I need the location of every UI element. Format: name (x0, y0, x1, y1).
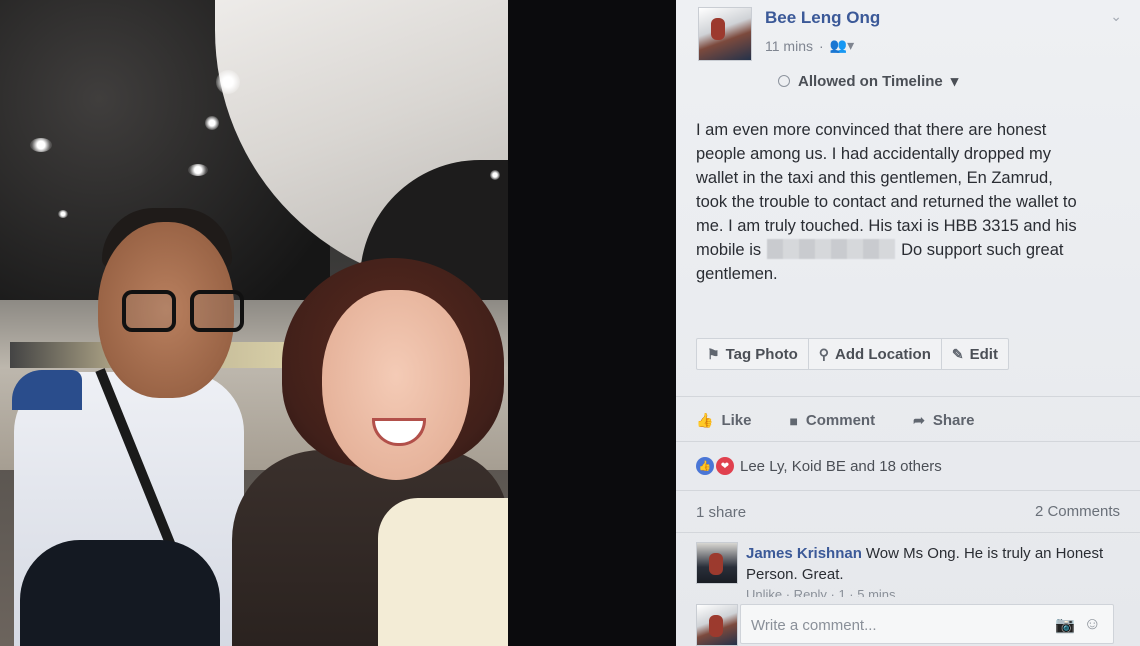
post-text-line: gentlemen. (696, 265, 778, 283)
commenter-avatar[interactable] (696, 542, 738, 584)
timeline-label: Allowed on Timeline (798, 72, 943, 90)
comment-meta[interactable]: Unlike · Reply · 1 · 5 mins (746, 587, 896, 597)
like-reaction-icon: 👍 (696, 457, 714, 475)
author-name[interactable]: Bee Leng Ong (765, 8, 880, 28)
comment-composer[interactable]: 📷 ☺ (740, 604, 1114, 644)
edit-label: Edit (969, 345, 998, 363)
reaction-summary[interactable]: 👍 ❤ Lee Ly, Koid BE and 18 others (696, 457, 942, 475)
woman-shirt (378, 498, 508, 646)
author-avatar[interactable] (698, 7, 752, 61)
camera-icon[interactable]: 📷 (1055, 615, 1075, 635)
tag-icon: ⚑ (707, 345, 720, 362)
ceiling-light (490, 170, 500, 180)
timeline-status[interactable]: Allowed on Timeline ▾ (778, 72, 958, 90)
ceiling-light (216, 70, 240, 94)
post-text-line: I am even more convinced that there are … (696, 121, 1047, 139)
ceiling-light (188, 164, 208, 176)
comment-input[interactable] (751, 617, 1041, 634)
ceiling-light (30, 138, 52, 152)
friends-icon[interactable]: 👥▾ (830, 37, 854, 54)
share-label: Share (932, 412, 975, 429)
dot-separator: · (818, 37, 824, 54)
post-time-row: 11 mins · 👥▾ (765, 37, 854, 54)
comment-label: Comment (805, 412, 876, 429)
likers-text: Lee Ly, Koid BE and 18 others (740, 457, 942, 475)
divider (676, 396, 1140, 397)
speech-bubble-icon: ■ (789, 412, 798, 429)
pencil-icon: ✎ (951, 345, 964, 362)
divider (676, 532, 1140, 533)
tag-photo-button[interactable]: ⚑ Tag Photo (697, 339, 809, 369)
edit-button[interactable]: ✎ Edit (942, 339, 1008, 369)
post-text-fragment: Do support such great (901, 241, 1064, 259)
radio-icon (778, 75, 790, 87)
post-panel: Bee Leng Ong ⌄ 11 mins · 👥▾ Allowed on T… (676, 0, 1140, 646)
emoji-icon[interactable]: ☺ (1084, 614, 1101, 634)
comment-count[interactable]: 2 Comments (1035, 503, 1120, 520)
divider (676, 490, 1140, 491)
glasses-left (122, 290, 176, 332)
post-text: I am even more convinced that there are … (696, 118, 1128, 286)
ceiling-light (205, 116, 219, 130)
location-pin-icon: ⚲ (818, 345, 830, 362)
chevron-down-icon[interactable]: ⌄ (1110, 8, 1122, 25)
comment: James Krishnan Wow Ms Ong. He is truly an… (746, 543, 1116, 585)
share-arrow-icon: ➦ (913, 412, 925, 428)
post-text-line: took the trouble to contact and returned… (696, 193, 1077, 211)
love-reaction-icon: ❤ (716, 457, 734, 475)
photo-actions-bar: ⚑ Tag Photo ⚲ Add Location ✎ Edit (696, 338, 1009, 370)
thumbs-up-icon: 👍 (696, 412, 714, 428)
post-photo[interactable] (0, 0, 508, 646)
divider (676, 441, 1140, 442)
glasses-right (190, 290, 244, 332)
post-text-line: me. I am truly touched. His taxi is HBB … (696, 217, 1077, 235)
ceiling-light (58, 210, 68, 218)
like-label: Like (721, 412, 752, 429)
like-button[interactable]: 👍 Like (696, 412, 751, 429)
post-time[interactable]: 11 mins (765, 38, 813, 54)
post-text-line: wallet in the taxi and this gentlemen, E… (696, 169, 1053, 187)
tag-photo-label: Tag Photo (725, 345, 798, 363)
post-text-line: people among us. I had accidentally drop… (696, 145, 1051, 163)
share-count[interactable]: 1 share (696, 504, 746, 521)
caret-down-icon: ▾ (950, 73, 959, 90)
comment-button[interactable]: ■ Comment (789, 412, 875, 429)
post-text-fragment: mobile is (696, 241, 762, 259)
comment-author[interactable]: James Krishnan (746, 545, 862, 562)
composer-avatar (696, 604, 738, 646)
add-location-button[interactable]: ⚲ Add Location (809, 339, 942, 369)
reactions-bar: 👍 Like ■ Comment ➦ Share (696, 412, 975, 429)
redacted-phone (767, 239, 896, 259)
man-bag (20, 540, 220, 646)
share-button[interactable]: ➦ Share (913, 412, 974, 429)
man-shoulder (12, 370, 82, 410)
add-location-label: Add Location (835, 345, 931, 363)
post-text-line: mobile is Do support such great (696, 238, 1128, 262)
woman-face (322, 290, 470, 480)
